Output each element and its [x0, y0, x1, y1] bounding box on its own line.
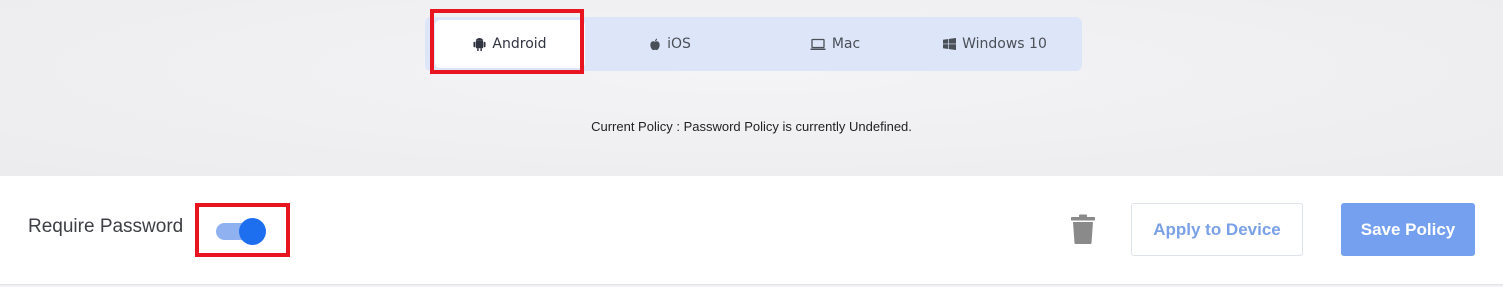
apply-to-device-button[interactable]: Apply to Device [1131, 203, 1303, 256]
tab-windows[interactable]: Windows 10 [920, 17, 1070, 71]
require-password-toggle[interactable] [214, 218, 268, 245]
tab-ios-label: iOS [667, 36, 691, 52]
tab-ios[interactable]: iOS [595, 17, 745, 71]
android-icon [473, 37, 486, 51]
platform-tab-bar: Android iOS Mac Windows 10 [425, 17, 1082, 71]
tab-windows-label: Windows 10 [962, 36, 1047, 52]
tab-android[interactable]: Android [435, 20, 585, 68]
windows-icon [943, 38, 957, 50]
tab-android-label: Android [492, 36, 547, 52]
laptop-icon [810, 38, 826, 51]
apple-icon [649, 37, 661, 51]
tab-mac-label: Mac [831, 36, 861, 52]
current-policy-status: Current Policy : Password Policy is curr… [591, 119, 912, 134]
toggle-knob [239, 218, 266, 245]
tab-mac[interactable]: Mac [760, 17, 910, 71]
require-password-label: Require Password [28, 216, 184, 237]
trash-icon[interactable] [1070, 214, 1096, 244]
save-policy-button[interactable]: Save Policy [1341, 203, 1475, 256]
